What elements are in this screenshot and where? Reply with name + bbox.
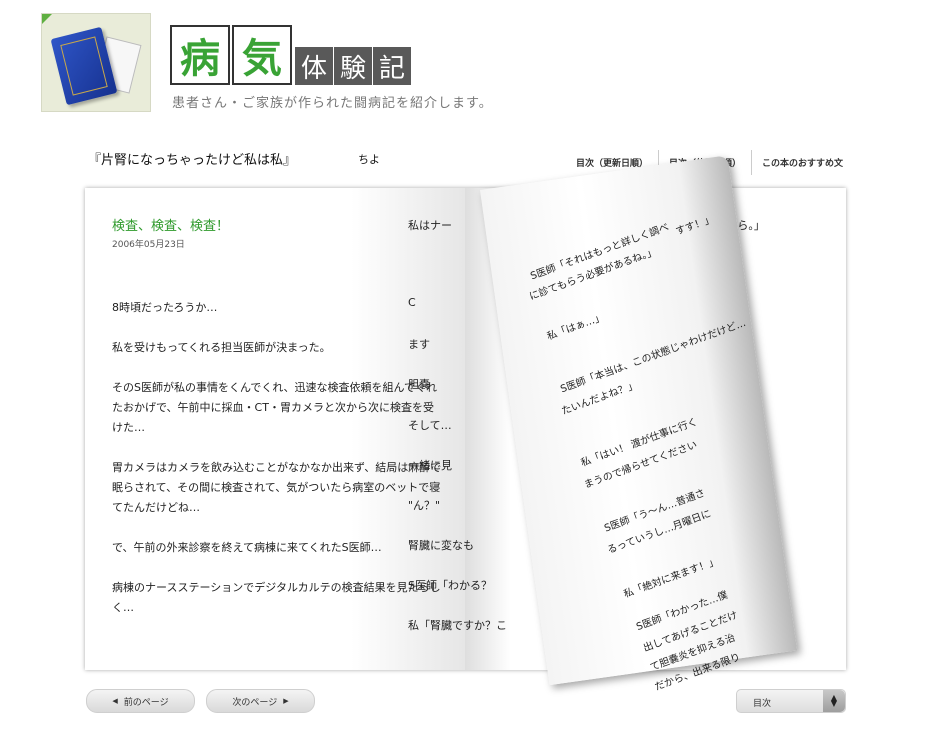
title-char: 気 [232,25,292,85]
paragraph: 8時頃だったろうか… [112,301,218,314]
right-page-line: S医師「わかる？ [408,579,492,592]
paragraph: 私を受けもってくれる担当医師が決まった。 [112,341,331,354]
curl-line: すす！」 [674,213,716,238]
chapter-date: 2006年05月23日 [112,240,185,250]
right-page-line: 腎臓に変なも [408,539,474,552]
title-char: 記 [373,47,411,85]
right-page-line: 私「腎臓ですか？こ [408,619,507,632]
chevron-right-icon: ▶ [283,697,289,705]
toc-select-value: 目次 [753,699,772,709]
right-page-line: "ん？" [408,499,441,512]
updown-arrow-icon[interactable]: ▲ ▼ [823,690,845,712]
title-char: 験 [334,47,372,85]
book-title: 『片腎になっちゃったけど私は私』 [88,153,297,168]
paragraph: そのS医師が私の事情をくんでくれ、迅速な検査依頼を組んでくれたおかげで、午前中に… [112,381,437,434]
chapter-title: 検査、検査、検査！ [112,219,230,234]
right-page-line: 胆嚢 [408,378,430,391]
right-page-line: そして… [408,419,452,432]
corner-mark-icon [42,14,52,24]
book-author: ちよ [358,153,380,166]
site-title[interactable]: 病 気 体 験 記 [170,25,411,85]
right-page-line: 私はナー [408,219,452,232]
recommendation-link[interactable]: この本のおすすめ文 [752,150,843,175]
toc-select[interactable]: 目次 ▲ ▼ [736,689,846,713]
next-page-label: 次のページ [232,697,278,708]
prev-page-button[interactable]: ◀ 前のページ [86,689,195,713]
paragraph: 胃カメラはカメラを飲み込むことがなかなか出来ず、結局は麻酔で眠らされて、その間に… [112,461,442,514]
chevron-left-icon: ◀ [112,697,118,705]
paragraph: で、午前の外来診察を終えて病棟に来てくれたS医師… [112,541,382,554]
paragraph: 病棟のナースステーションでデジタルカルテの検査結果を見たらしく… [112,581,441,614]
right-page-line: C [408,296,416,309]
prev-page-label: 前のページ [123,697,169,708]
right-page-line: 一緒に見 [408,459,452,472]
title-char: 体 [295,47,333,85]
title-char: 病 [170,25,230,85]
right-page-line: ます [408,338,430,351]
next-page-button[interactable]: 次のページ ▶ [206,689,315,713]
curl-line: 私「はぁ…」 [545,311,606,343]
site-subtitle: 患者さん・ご家族が作られた闘病記を紹介します。 [172,96,493,111]
site-logo[interactable] [41,13,151,112]
